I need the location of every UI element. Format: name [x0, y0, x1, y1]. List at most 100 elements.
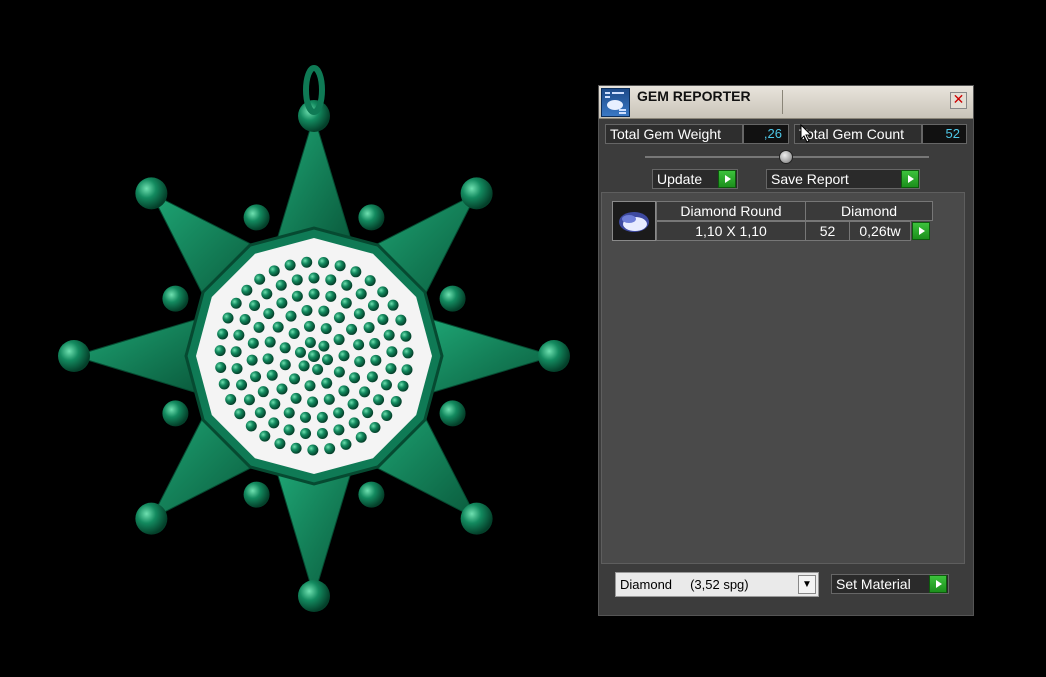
pave-gem [254, 273, 266, 285]
pave-gem [284, 259, 296, 271]
pave-gem [338, 350, 350, 362]
pave-gem [274, 438, 286, 450]
pave-gem [290, 392, 302, 404]
side-ball [439, 400, 466, 427]
pave-gem [215, 361, 227, 373]
pave-gem [369, 422, 381, 434]
title-bar[interactable]: GEM REPORTER ✕ [599, 86, 973, 119]
pave-gem [370, 354, 382, 366]
pave-gem [377, 286, 389, 298]
pave-gem [262, 353, 274, 365]
pave-gem [254, 407, 266, 419]
pave-gem [300, 428, 312, 440]
pave-gem [334, 260, 346, 272]
pave-gem [350, 266, 362, 278]
pave-gem [218, 378, 230, 390]
pave-gem [288, 327, 300, 339]
pave-gem [290, 442, 302, 454]
pave-gem [355, 431, 367, 443]
pave-gem [308, 288, 320, 300]
pave-gem [333, 334, 345, 346]
pave-gem [247, 337, 259, 349]
pave-gem [380, 379, 392, 391]
mouse-cursor-icon [800, 124, 813, 143]
window-title: GEM REPORTER [637, 88, 751, 104]
gem-shape-cell: Diamond Round [656, 201, 806, 221]
pave-gem [397, 380, 409, 392]
title-divider [782, 90, 783, 114]
pave-gem [239, 313, 251, 325]
pave-gem [353, 308, 365, 320]
pave-gem [402, 347, 414, 359]
pave-gem [346, 323, 358, 335]
3d-viewport[interactable] [0, 0, 590, 677]
pave-gem [381, 409, 393, 421]
pave-gem [272, 321, 284, 333]
gem-reporter-panel: GEM REPORTER ✕ Total Gem Weight ,26 Tota… [598, 85, 974, 616]
pave-gem [369, 337, 381, 349]
update-play-icon[interactable] [718, 170, 736, 188]
pave-gem [318, 340, 330, 352]
pave-gem [318, 256, 330, 268]
pave-gem [269, 398, 281, 410]
pave-gem [316, 411, 328, 423]
pave-gem [354, 356, 366, 368]
pave-gem [323, 393, 335, 405]
gem-count-cell: 52 [805, 221, 850, 241]
chevron-down-icon[interactable]: ▼ [798, 575, 816, 594]
pave-gem [318, 305, 330, 317]
pave-gem [230, 297, 242, 309]
total-gem-weight-value: ,26 [743, 124, 789, 144]
pave-gem [307, 444, 319, 456]
update-label: Update [657, 171, 703, 187]
pave-gem [268, 417, 280, 429]
pave-gem [275, 279, 287, 291]
pave-gem [312, 364, 324, 376]
material-select[interactable]: Diamond (3,52 spg) ▼ [615, 572, 819, 597]
pave-gem [268, 265, 280, 277]
spike [72, 317, 201, 395]
pave-gem [233, 329, 245, 341]
side-ball [162, 285, 189, 312]
pave-gem [222, 312, 234, 324]
pave-gem [362, 407, 374, 419]
pave-gem [373, 394, 385, 406]
save-report-play-icon[interactable] [901, 170, 919, 188]
pave-gem [333, 312, 345, 324]
pave-gem [324, 443, 336, 455]
pave-gem [225, 394, 237, 406]
pave-gem [333, 366, 345, 378]
gem-weight-cell: 0,26tw [849, 221, 911, 241]
pave-gem [294, 346, 306, 358]
pave-gem [231, 363, 243, 375]
spike-tip-ball [460, 502, 493, 535]
pave-gem [304, 336, 316, 348]
pave-gem [333, 407, 345, 419]
pave-gem [349, 372, 361, 384]
spike [275, 114, 353, 243]
pave-gem [301, 305, 313, 317]
set-material-play-icon[interactable] [929, 575, 947, 593]
pave-gem [291, 274, 303, 286]
spike-tip-ball [460, 177, 493, 210]
pave-gem [316, 428, 328, 440]
pave-gem [308, 350, 320, 362]
pave-gem [289, 373, 301, 385]
gem-size-cell: 1,10 X 1,10 [656, 221, 806, 241]
pave-gem [301, 256, 313, 268]
round-gem-icon [612, 201, 656, 241]
pave-gem [364, 275, 376, 287]
pave-gem [259, 430, 271, 442]
gem-row-play-icon[interactable] [912, 222, 930, 240]
pave-gem [303, 320, 315, 332]
pave-gem [279, 342, 291, 354]
side-ball [243, 481, 270, 508]
slider-handle[interactable] [779, 150, 793, 164]
gem-list: Diamond Round Diamond 1,10 X 1,10 52 0,2… [601, 192, 965, 564]
pave-gem [298, 360, 310, 372]
pave-gem [321, 377, 333, 389]
pave-gem [340, 438, 352, 450]
save-report-button[interactable]: Save Report [766, 169, 920, 189]
pave-gem [341, 279, 353, 291]
close-icon[interactable]: ✕ [950, 92, 967, 109]
